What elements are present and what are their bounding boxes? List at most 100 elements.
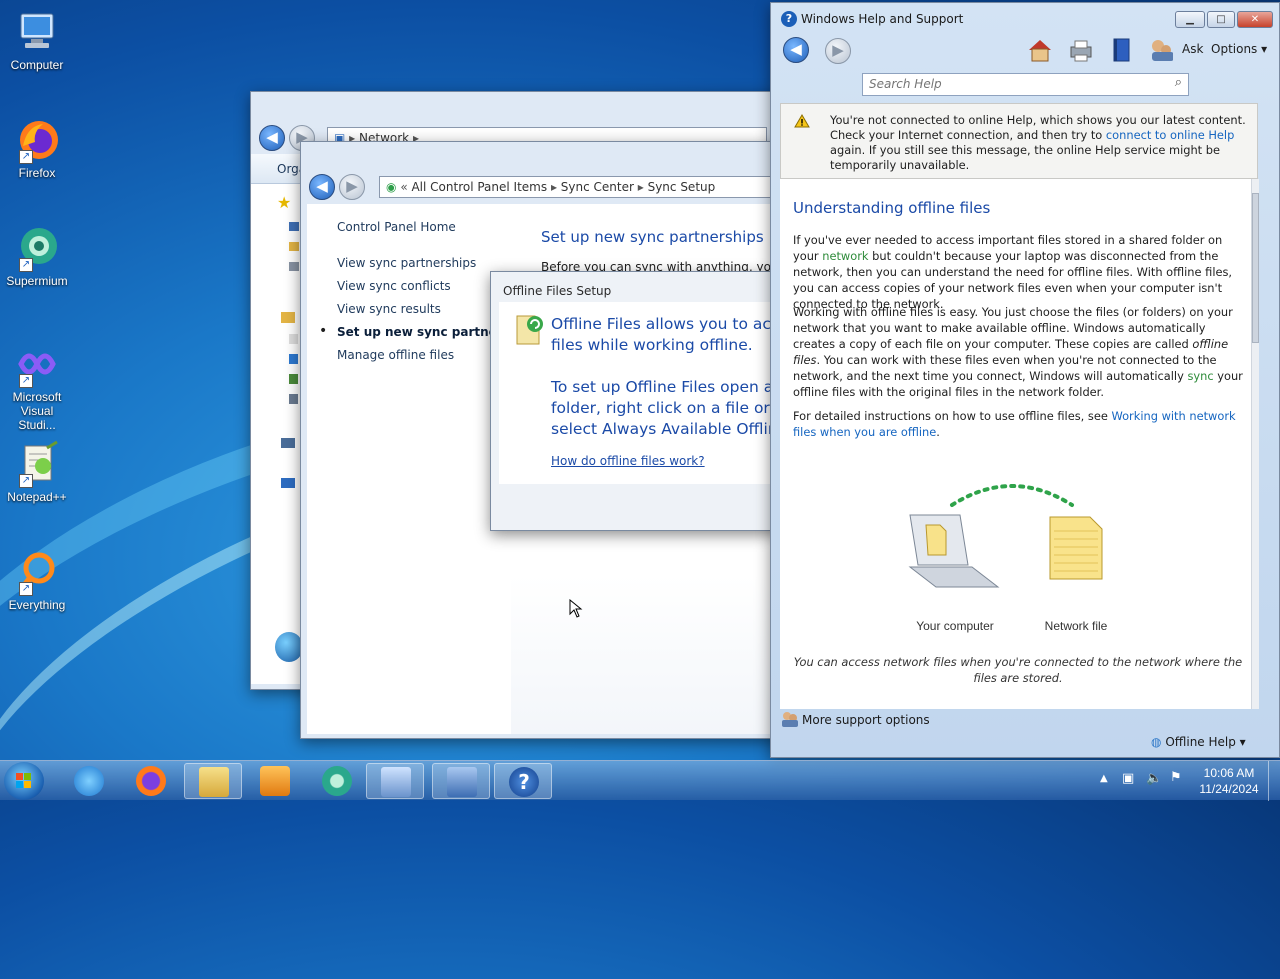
volume-muted-icon[interactable]: 🔈 bbox=[1146, 771, 1162, 786]
back-button[interactable]: ◀ bbox=[259, 125, 285, 151]
dialog-line: To set up Offline Files open a ne bbox=[551, 378, 798, 396]
control-panel-icon bbox=[381, 767, 411, 797]
shortcut-arrow-icon: ↗ bbox=[19, 150, 33, 164]
shortcut-arrow-icon: ↗ bbox=[19, 374, 33, 388]
search-box[interactable]: ⌕ bbox=[862, 73, 1189, 96]
taskbar-explorer[interactable] bbox=[184, 763, 242, 799]
offline-help-menu[interactable]: ◍ Offline Help ▾ bbox=[1151, 735, 1246, 749]
ask-icon[interactable] bbox=[1149, 37, 1173, 63]
control-panel-icon: ◉ bbox=[386, 180, 397, 194]
desktop-icon-label: Notepad++ bbox=[7, 490, 67, 504]
supermium-icon: ↗ bbox=[13, 224, 61, 272]
dialog-line: folder, right click on a file or fold bbox=[551, 399, 804, 417]
back-button[interactable]: ◀ bbox=[309, 174, 335, 200]
browse-help-icon[interactable] bbox=[1109, 37, 1133, 63]
desktop-icon-visual-studio[interactable]: ↗ Microsoft Visual Studi... bbox=[4, 340, 70, 432]
taskbar-network[interactable] bbox=[432, 763, 490, 799]
flag-icon[interactable]: ⚑ bbox=[1170, 770, 1182, 785]
home-icon[interactable] bbox=[1025, 37, 1055, 63]
shortcut-arrow-icon: ↗ bbox=[19, 258, 33, 272]
navigation-pane: ★ bbox=[251, 184, 301, 684]
scrollbar-thumb[interactable] bbox=[1252, 193, 1259, 343]
taskbar: ? ▲ ▣ 🔈 ⚑ 10:06 AM 11/24/2024 bbox=[0, 760, 1280, 801]
internet-explorer-icon bbox=[74, 766, 104, 796]
desktop-icon-label: Microsoft Visual Studi... bbox=[12, 390, 62, 432]
taskbar-control-panel[interactable] bbox=[366, 763, 424, 799]
taskbar-internet-explorer[interactable] bbox=[60, 763, 118, 799]
desktop-icon-supermium[interactable]: ↗ Supermium bbox=[4, 224, 70, 288]
nav-control-panel-home[interactable]: Control Panel Home bbox=[337, 220, 456, 234]
options-menu[interactable]: Options ▾ bbox=[1211, 42, 1267, 56]
desktop-icon-computer[interactable]: Computer bbox=[4, 8, 70, 72]
help-and-support-window[interactable]: ? Windows Help and Support ▁ □ ✕ ◀ ▶ Ask… bbox=[770, 2, 1280, 758]
action-center-icon[interactable]: ▣ bbox=[1122, 771, 1134, 786]
back-button[interactable]: ◀ bbox=[783, 37, 809, 63]
globe-icon: ◍ bbox=[1151, 735, 1162, 749]
breadcrumb-item[interactable]: Sync Center bbox=[561, 180, 634, 194]
connect-online-help-link[interactable]: connect to online Help bbox=[1106, 128, 1234, 142]
visual-studio-icon: ↗ bbox=[13, 340, 61, 388]
minimize-button[interactable]: ▁ bbox=[1175, 11, 1205, 28]
firefox-icon: ↗ bbox=[13, 116, 61, 164]
clock-date: 11/24/2024 bbox=[1199, 782, 1259, 796]
options-label: Options bbox=[1211, 42, 1258, 56]
network-file-icon bbox=[1049, 516, 1103, 580]
nav-pane-icons: ★ bbox=[277, 193, 299, 488]
offline-files-setup-dialog[interactable]: Offline Files Setup Offline Files allows… bbox=[490, 271, 804, 531]
computer-icon bbox=[13, 8, 61, 56]
nav-view-sync-partnerships[interactable]: View sync partnerships bbox=[337, 256, 476, 270]
breadcrumb-item[interactable]: All Control Panel Items bbox=[411, 180, 547, 194]
dialog-line: select Always Available Offline. bbox=[551, 420, 793, 438]
notepadpp-icon: ↗ bbox=[13, 440, 61, 488]
offline-warning-banner: You're not connected to online Help, whi… bbox=[780, 103, 1258, 179]
taskbar-media-player[interactable] bbox=[246, 763, 304, 799]
help-article: Understanding offline files If you've ev… bbox=[780, 179, 1258, 709]
breadcrumb-item[interactable]: Sync Setup bbox=[648, 180, 716, 194]
taskbar-help[interactable]: ? bbox=[494, 763, 552, 799]
clock[interactable]: 10:06 AM 11/24/2024 bbox=[1192, 765, 1266, 797]
forward-button[interactable]: ▶ bbox=[339, 174, 365, 200]
desktop-icon-everything[interactable]: ↗ Everything bbox=[4, 548, 70, 612]
active-bullet: • bbox=[319, 323, 328, 339]
support-people-icon bbox=[782, 712, 798, 727]
desktop-icon-firefox[interactable]: ↗ Firefox bbox=[4, 116, 70, 180]
print-icon[interactable] bbox=[1067, 39, 1095, 63]
article-scrollbar[interactable] bbox=[1251, 179, 1259, 709]
warning-text: You're not connected to online Help, whi… bbox=[830, 113, 1246, 172]
offline-files-icon bbox=[513, 312, 545, 346]
globe-icon bbox=[275, 632, 303, 662]
forward-button[interactable]: ▶ bbox=[825, 38, 851, 64]
close-button[interactable]: ✕ bbox=[1237, 11, 1273, 28]
taskbar-supermium[interactable] bbox=[308, 763, 366, 799]
show-hidden-icons-button[interactable]: ▲ bbox=[1100, 773, 1108, 784]
show-desktop-button[interactable] bbox=[1268, 761, 1280, 801]
nav-manage-offline-files[interactable]: Manage offline files bbox=[337, 348, 454, 362]
more-support-options-link[interactable]: More support options bbox=[802, 713, 930, 727]
ask-button[interactable]: Ask bbox=[1182, 42, 1203, 56]
search-icon[interactable]: ⌕ bbox=[1175, 75, 1182, 90]
media-player-icon bbox=[260, 766, 290, 796]
offline-help-label: Offline Help bbox=[1165, 735, 1236, 749]
sync-link[interactable]: sync bbox=[1187, 369, 1213, 383]
maximize-button[interactable]: □ bbox=[1207, 11, 1235, 28]
dialog-body: Offline Files allows you to acces files … bbox=[499, 302, 804, 484]
nav-view-sync-results[interactable]: View sync results bbox=[337, 302, 441, 316]
article-heading: Understanding offline files bbox=[793, 199, 991, 217]
dialog-title: Offline Files Setup bbox=[503, 284, 612, 298]
desktop-icon-notepadpp[interactable]: ↗ Notepad++ bbox=[4, 440, 70, 504]
shortcut-arrow-icon: ↗ bbox=[19, 474, 33, 488]
article-paragraph: For detailed instructions on how to use … bbox=[793, 409, 1236, 439]
taskbar-firefox[interactable] bbox=[122, 763, 180, 799]
how-offline-files-work-link[interactable]: How do offline files work? bbox=[551, 454, 804, 468]
nav-view-sync-conflicts[interactable]: View sync conflicts bbox=[337, 279, 451, 293]
figure-caption: You can access network files when you're… bbox=[793, 655, 1243, 685]
network-link[interactable]: network bbox=[822, 249, 868, 263]
page-title: Set up new sync partnerships bbox=[541, 228, 764, 246]
start-button[interactable] bbox=[4, 762, 44, 800]
breadcrumb[interactable]: ◉ « All Control Panel Items ▸ Sync Cente… bbox=[379, 176, 779, 198]
desktop-icon-label: Computer bbox=[10, 58, 64, 72]
windows-logo-icon bbox=[16, 773, 31, 788]
search-input[interactable] bbox=[863, 74, 1153, 94]
help-icon: ? bbox=[509, 767, 539, 797]
offline-files-illustration bbox=[908, 484, 1103, 588]
